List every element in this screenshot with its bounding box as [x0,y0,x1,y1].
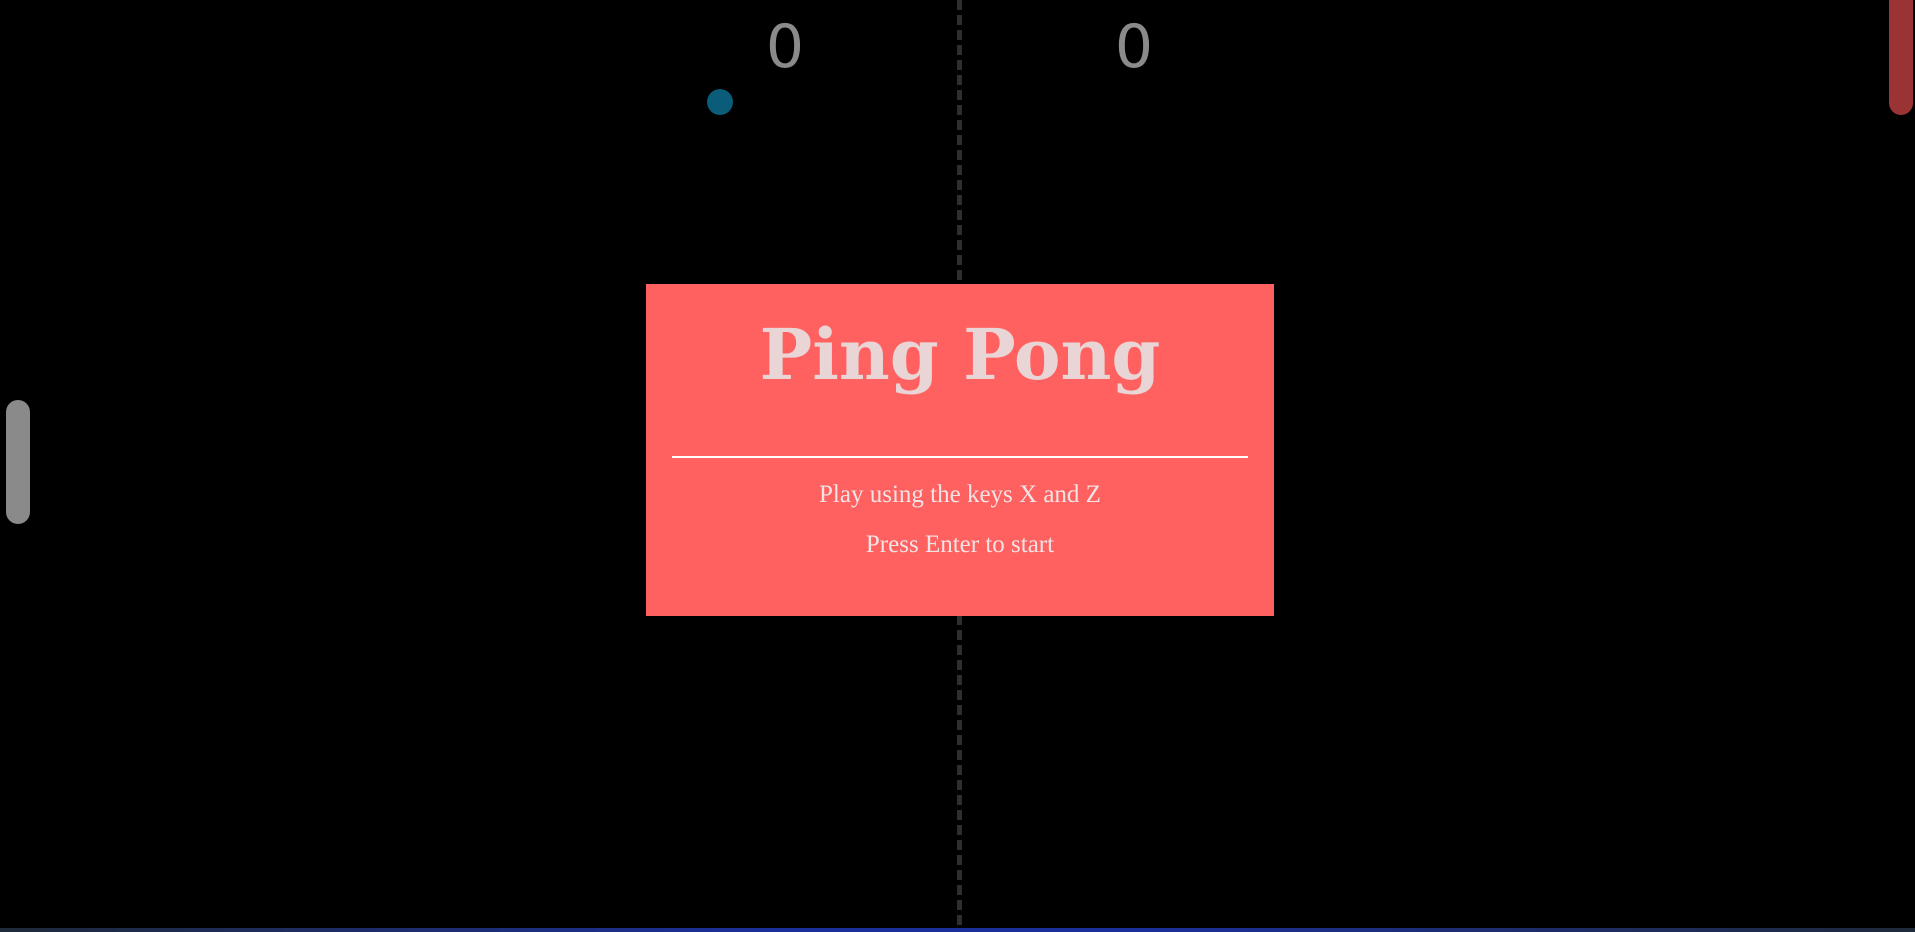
bottom-edge-bar [0,928,1915,932]
controls-instructions: Play using the keys X and Z [819,481,1101,508]
panel-divider [672,456,1248,458]
ball [707,89,733,115]
game-canvas[interactable]: 0 0 Ping Pong Play using the keys X and … [0,0,1915,932]
game-title: Ping Pong [759,313,1161,396]
right-player-score: 0 [1114,12,1154,82]
left-player-score: 0 [765,12,805,82]
left-paddle [6,400,30,524]
right-paddle [1889,0,1913,115]
start-panel: Ping Pong Play using the keys X and Z Pr… [646,284,1274,616]
start-prompt: Press Enter to start [865,531,1055,558]
